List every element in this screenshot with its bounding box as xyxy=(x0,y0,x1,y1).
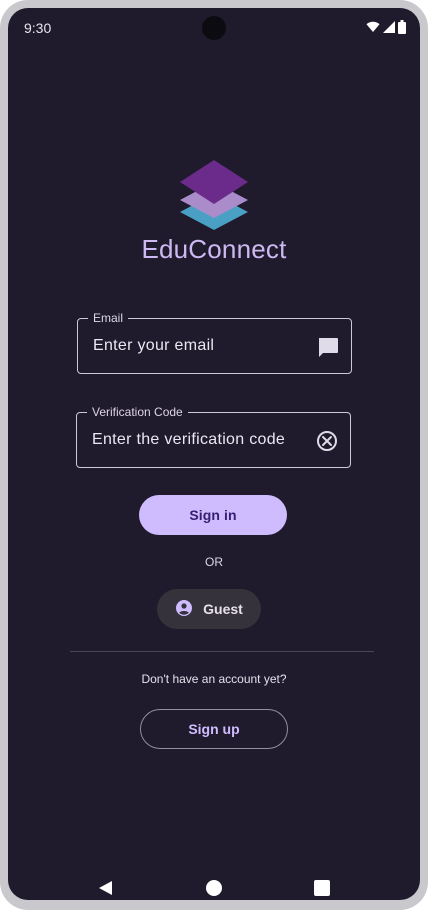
or-separator: OR xyxy=(205,555,223,569)
message-icon xyxy=(316,335,340,359)
back-icon[interactable] xyxy=(98,880,114,900)
status-time: 9:30 xyxy=(24,20,52,36)
stacked-layers-logo xyxy=(176,158,252,238)
sign-in-button[interactable]: Sign in xyxy=(139,495,287,535)
home-icon[interactable] xyxy=(206,880,222,900)
battery-icon xyxy=(398,20,406,34)
guest-button[interactable]: Guest xyxy=(157,589,261,629)
phone-screen: 9:30 EduConnect Email Verification Code xyxy=(8,8,420,900)
email-field-label: Email xyxy=(88,311,129,325)
status-icons xyxy=(366,20,406,34)
sign-in-label: Sign in xyxy=(189,507,237,523)
recents-icon[interactable] xyxy=(314,880,330,900)
app-title: EduConnect xyxy=(141,234,287,264)
verification-code-input[interactable] xyxy=(92,431,312,449)
verification-code-field[interactable]: Verification Code xyxy=(76,405,351,468)
clear-circle-icon[interactable] xyxy=(315,429,339,453)
divider xyxy=(70,651,374,652)
verification-code-label: Verification Code xyxy=(87,405,188,419)
sign-up-button[interactable]: Sign up xyxy=(140,709,288,749)
guest-label: Guest xyxy=(203,601,243,617)
account-circle-icon xyxy=(175,599,193,620)
email-input[interactable] xyxy=(93,337,303,355)
no-account-text: Don't have an account yet? xyxy=(141,672,287,686)
camera-cutout xyxy=(202,16,226,40)
email-field[interactable]: Email xyxy=(77,311,352,374)
wifi-icon xyxy=(366,21,380,33)
sign-up-label: Sign up xyxy=(188,721,240,737)
signal-icon xyxy=(383,21,395,33)
